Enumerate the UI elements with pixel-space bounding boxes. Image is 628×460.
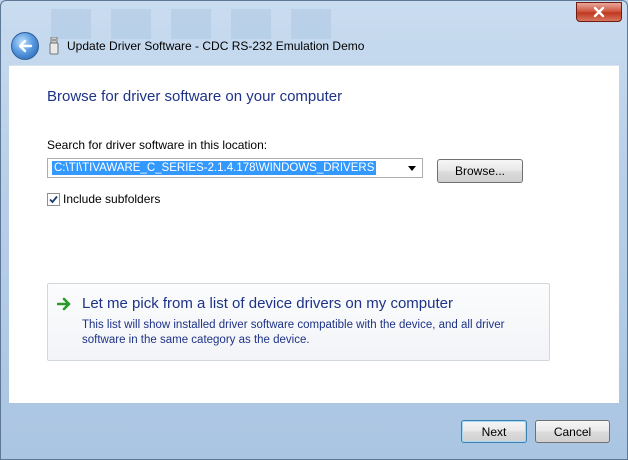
cancel-button-label: Cancel (553, 424, 592, 439)
browse-button[interactable]: Browse... (437, 159, 523, 183)
include-subfolders-checkbox[interactable] (47, 192, 60, 206)
cancel-button[interactable]: Cancel (535, 420, 610, 443)
include-subfolders-row[interactable]: Include subfolders (47, 192, 160, 206)
pick-option-title[interactable]: Let me pick from a list of device driver… (82, 295, 453, 312)
combo-dropdown-button[interactable] (404, 160, 420, 176)
back-arrow-icon (18, 39, 33, 53)
page-heading: Browse for driver software on your compu… (47, 88, 343, 105)
dialog-window: Update Driver Software - CDC RS-232 Emul… (0, 0, 628, 460)
title-row: Update Driver Software - CDC RS-232 Emul… (9, 31, 619, 61)
chevron-down-icon (408, 165, 416, 171)
pick-option-description: This list will show installed driver sof… (82, 319, 505, 346)
path-value[interactable]: C:\TI\TIVAWARE_C_SERIES-2.1.4.178\WINDOW… (52, 161, 377, 175)
search-location-label: Search for driver software in this locat… (47, 138, 268, 152)
browse-button-label: Browse... (454, 164, 505, 178)
pick-from-list-option[interactable]: Let me pick from a list of device driver… (47, 283, 550, 361)
close-button[interactable] (576, 2, 622, 22)
next-button[interactable]: Next (461, 420, 527, 443)
include-subfolders-label: Include subfolders (63, 192, 161, 206)
back-button[interactable] (11, 32, 39, 60)
green-arrow-icon (57, 297, 71, 311)
checkmark-icon (49, 195, 58, 203)
content-area: Browse for driver software on your compu… (9, 65, 619, 403)
next-button-label: Next (481, 424, 507, 439)
window-title: Update Driver Software - CDC RS-232 Emul… (67, 39, 365, 53)
usb-device-icon (49, 37, 59, 55)
close-icon (593, 6, 605, 18)
path-combobox[interactable]: C:\TI\TIVAWARE_C_SERIES-2.1.4.178\WINDOW… (47, 158, 423, 178)
